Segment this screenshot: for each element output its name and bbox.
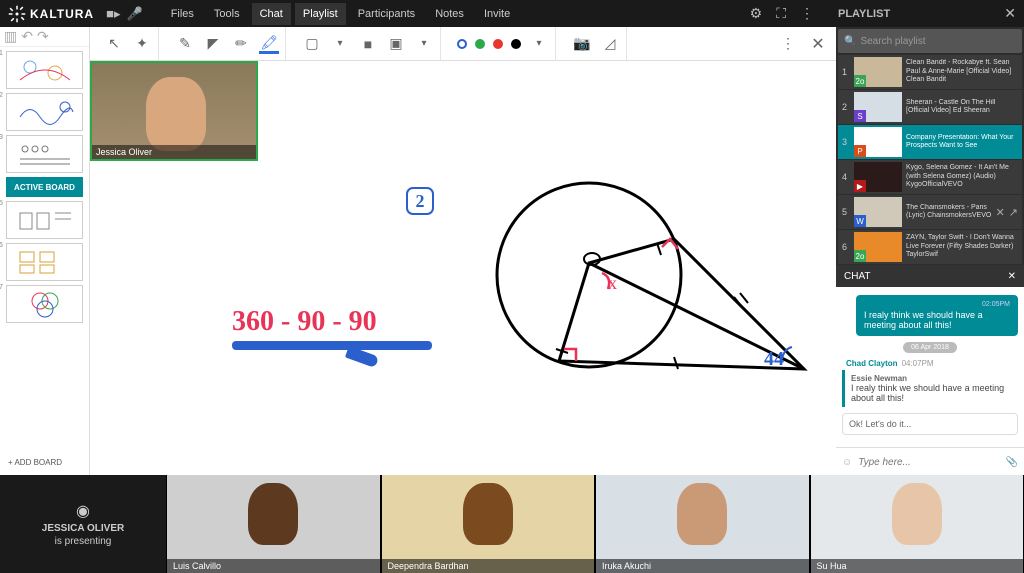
menu-invite[interactable]: Invite xyxy=(476,3,518,25)
playlist-item-1[interactable]: 12oClean Bandit - Rockabye ft. Sean Paul… xyxy=(838,55,1022,89)
board-layout-icon[interactable]: ▥ xyxy=(4,28,17,45)
chat-section: CHAT ✕ 02:05PM I realy think we should ha… xyxy=(836,265,1024,475)
brand-logo: KALTURA xyxy=(8,5,94,23)
chat-date-divider: 06 Apr 2018 xyxy=(903,342,957,353)
whiteboard-toolbar: ↖ ✦ ✎ ◤ ✏ 🖍 ▢ ▾ ■ ▣ ▾ xyxy=(90,27,836,61)
playlist-section: 🔍Search playlist 12oClean Bandit - Rocka… xyxy=(836,27,1024,265)
close-playlist-icon[interactable]: ✕ xyxy=(1004,5,1016,22)
add-board-button[interactable]: + ADD BOARD xyxy=(0,450,89,475)
main-menu: Files Tools Chat Playlist Participants N… xyxy=(163,3,519,25)
math-expression: 360 - 90 - 90 xyxy=(232,306,377,338)
right-panel: 🔍Search playlist 12oClean Bandit - Rocka… xyxy=(836,27,1024,475)
presenter-video-pip[interactable]: Jessica Oliver xyxy=(90,61,258,161)
emoji-icon[interactable]: ☺ xyxy=(842,457,852,468)
board-thumb-2[interactable]: 2 xyxy=(6,93,83,131)
angle-44-label: 44 xyxy=(764,348,784,370)
playlist-item-4[interactable]: 4▶Kygo, Selena Gomez - It Ain't Me (with… xyxy=(838,160,1022,194)
participant-tile-1[interactable]: Luis Calvillo xyxy=(167,475,380,573)
board-thumb-5[interactable]: 5 xyxy=(6,201,83,239)
share-icon[interactable]: ↗ xyxy=(1009,206,1018,219)
color-black[interactable] xyxy=(511,39,521,49)
board-thumb-4-active[interactable]: ACTIVE BOARD xyxy=(6,177,83,197)
playlist-search[interactable]: 🔍Search playlist xyxy=(838,29,1022,53)
gear-icon[interactable]: ⚙ xyxy=(750,5,763,22)
chat-title: CHAT xyxy=(844,271,870,282)
redo-icon[interactable]: ↷ xyxy=(37,28,49,45)
undo-icon[interactable]: ↶ xyxy=(21,28,33,45)
kaltura-icon xyxy=(8,5,26,23)
image-tool-icon[interactable]: ◿ xyxy=(600,34,620,54)
playlist-item-6[interactable]: 62oZAYN, Taylor Swift - I Don't Wanna Li… xyxy=(838,230,1022,264)
shape-square-tool[interactable]: ▢ xyxy=(302,34,322,54)
close-chat-icon[interactable]: ✕ xyxy=(1008,271,1016,282)
chat-input[interactable] xyxy=(858,457,999,468)
shape-more-icon[interactable]: ▾ xyxy=(330,34,350,54)
menu-playlist[interactable]: Playlist xyxy=(295,3,346,25)
chat-sender-1: Chad Clayton04:07PM xyxy=(842,359,1018,368)
playlist-item-2[interactable]: 2SSheeran - Castle On The Hill [Official… xyxy=(838,90,1022,124)
chat-message-outgoing: 02:05PM I realy think we should have a m… xyxy=(856,295,1018,336)
search-icon: 🔍 xyxy=(844,36,856,47)
question-number: 2 xyxy=(406,187,434,215)
toolbar-close-icon[interactable]: ✕ xyxy=(808,34,828,54)
board-thumb-6[interactable]: 6 xyxy=(6,243,83,281)
participants-strip: ◉ JESSICA OLIVER is presenting Luis Calv… xyxy=(0,475,1024,573)
wand-tool[interactable]: ✦ xyxy=(132,34,152,54)
participant-tile-2[interactable]: Deependra Bardhan xyxy=(382,475,595,573)
eraser-tool[interactable]: ◤ xyxy=(203,34,223,54)
color-more-icon[interactable]: ▾ xyxy=(529,34,549,54)
attach-icon[interactable]: 📎 xyxy=(1006,457,1018,468)
pip-name-label: Jessica Oliver xyxy=(92,145,256,159)
camera-icon[interactable]: ■▸ xyxy=(106,6,120,22)
camera-tool-icon[interactable]: 📷 xyxy=(572,34,592,54)
board-thumbnails: ▥ ↶ ↷ 1 2 3 ACTIVE BOARD 5 6 7 + ADD BOA… xyxy=(0,27,90,475)
color-red[interactable] xyxy=(493,39,503,49)
whiteboard-canvas[interactable]: Jessica Oliver 2 360 - 90 - 90 x xyxy=(90,61,836,475)
participant-tile-4[interactable]: Su Hua xyxy=(811,475,1024,573)
more-icon[interactable]: ⋮ xyxy=(800,5,814,22)
menu-notes[interactable]: Notes xyxy=(427,3,472,25)
menu-tools[interactable]: Tools xyxy=(206,3,248,25)
presenting-icon: ◉ xyxy=(76,501,90,521)
mic-icon[interactable]: 🎤 xyxy=(127,6,143,22)
board-thumb-1[interactable]: 1 xyxy=(6,51,83,89)
menu-participants[interactable]: Participants xyxy=(350,3,423,25)
fullscreen-icon[interactable]: ⛶ xyxy=(776,5,786,22)
remove-icon[interactable]: ✕ xyxy=(996,206,1005,219)
shape-fill-outline[interactable]: ▣ xyxy=(386,34,406,54)
angle-x-label: x xyxy=(608,273,617,293)
playlist-item-5[interactable]: 5WThe Chainsmokers - Paris (Lyric) Chain… xyxy=(838,195,1022,229)
participant-tile-3[interactable]: Iruka Akuchi xyxy=(596,475,809,573)
presenting-tile: ◉ JESSICA OLIVER is presenting xyxy=(0,475,166,573)
chat-input-row: ☺ 📎 xyxy=(836,447,1024,475)
toolbar-more-icon[interactable]: ⋮ xyxy=(778,34,798,54)
top-bar: KALTURA ■▸ 🎤 Files Tools Chat Playlist P… xyxy=(0,0,1024,27)
menu-files[interactable]: Files xyxy=(163,3,202,25)
highlighter-tool[interactable]: ✏ xyxy=(231,34,251,54)
color-green[interactable] xyxy=(475,39,485,49)
geometry-drawing: x 44 xyxy=(484,169,824,409)
shape-fill-black[interactable]: ■ xyxy=(358,34,378,54)
playlist-panel-title: PLAYLIST xyxy=(838,8,890,20)
pencil-tool[interactable]: ✎ xyxy=(175,34,195,54)
pointer-tool[interactable]: ↖ xyxy=(104,34,124,54)
marker-tool[interactable]: 🖍 xyxy=(259,34,279,54)
stroke-more-icon[interactable]: ▾ xyxy=(414,34,434,54)
chat-message-reply: Ok! Let's do it... xyxy=(842,413,1018,435)
color-blue[interactable] xyxy=(457,39,467,49)
board-thumb-3[interactable]: 3 xyxy=(6,135,83,173)
marker-underline xyxy=(232,341,432,350)
menu-chat[interactable]: Chat xyxy=(252,3,291,25)
playlist-item-3[interactable]: 3PCompany Presentation: What Your Prospe… xyxy=(838,125,1022,159)
chat-message-incoming: Essie Newman I realy think we should hav… xyxy=(842,370,1018,407)
board-thumb-7[interactable]: 7 xyxy=(6,285,83,323)
